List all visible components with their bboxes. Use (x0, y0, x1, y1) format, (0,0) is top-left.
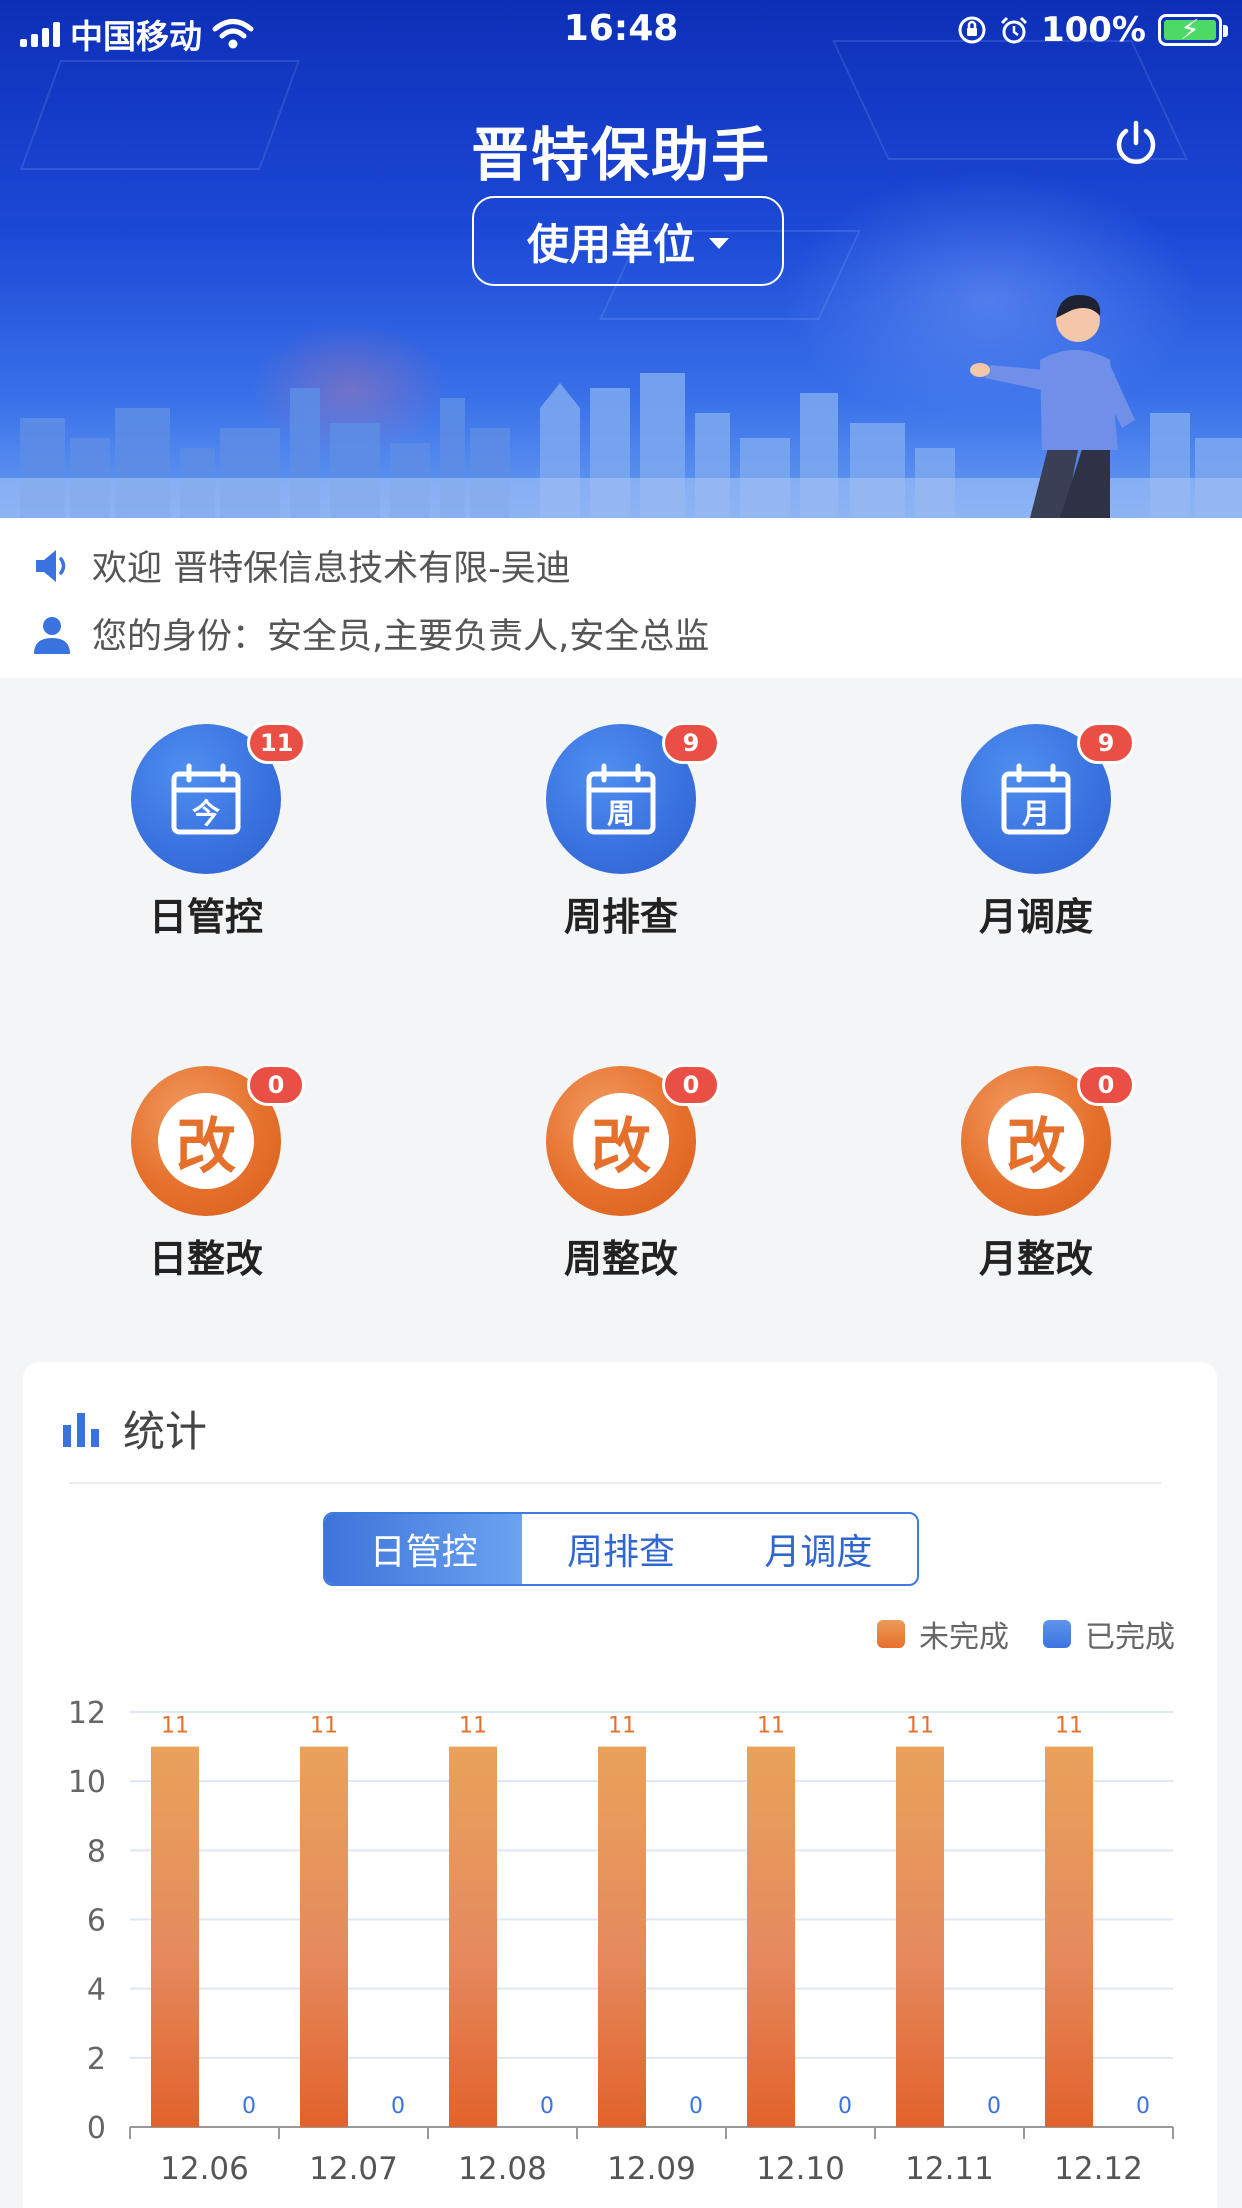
header-banner: 中国移动 16:48 100% ⚡ 晋特保助手 使用单位 (0, 0, 1242, 518)
identity-row: 您的身份：安全员,主要负责人,安全总监 (32, 608, 709, 659)
bar-incomplete (449, 1746, 497, 2127)
data-label-incomplete: 11 (459, 1714, 487, 1739)
legend-label: 已完成 (1085, 1620, 1175, 1655)
count-badge: 0 (247, 1064, 305, 1106)
battery-icon: ⚡ (1158, 13, 1228, 46)
menu-label: 周排查 (563, 895, 678, 939)
alarm-icon (1000, 16, 1028, 44)
rectify-glyph: 改 (988, 1093, 1084, 1189)
data-label-incomplete: 11 (310, 1714, 338, 1739)
stats-header: 统计 (61, 1398, 207, 1459)
data-label-complete: 0 (540, 2094, 554, 2119)
app-title: 晋特保助手 (470, 121, 771, 189)
rectify-glyph: 改 (573, 1093, 669, 1189)
welcome-text: 欢迎 晋特保信息技术有限-吴迪 (92, 549, 571, 589)
status-bar: 中国移动 16:48 100% ⚡ (0, 0, 1242, 62)
y-tick-label: 8 (87, 1834, 106, 1869)
menu-label: 月调度 (978, 895, 1093, 939)
data-label-incomplete: 11 (757, 1714, 785, 1739)
menu-label: 日管控 (148, 895, 263, 939)
bar-incomplete (896, 1746, 944, 2127)
menu-grid: 今 11 日管控周 9 周排查月 9 月调度改 0 日整改改 0 周整改改 0 月整改 (0, 678, 1242, 1338)
bar-chart: 0 2 4 6 8 10 12 11 0 12.06 11 0 12.07 11 0 12.08 11 0 12.0… (68, 1696, 1174, 2187)
x-tick-label: 12.07 (309, 2151, 398, 2187)
menu-tile[interactable]: 月 9 月调度 (905, 678, 1135, 939)
x-tick-label: 12.10 (756, 2151, 845, 2187)
caret-down-icon (709, 237, 729, 249)
x-tick-label: 12.08 (458, 2151, 547, 2187)
chart-legend: 未完成 已完成 (857, 1612, 1175, 1656)
rectify-glyph: 改 (158, 1093, 254, 1189)
svg-text:今: 今 (192, 797, 220, 830)
data-label-complete: 0 (838, 2094, 852, 2119)
unit-select-dropdown[interactable]: 使用单位 (472, 196, 784, 286)
svg-text:月: 月 (1021, 797, 1050, 830)
data-label-complete: 0 (689, 2094, 703, 2119)
bar-incomplete (1045, 1746, 1093, 2127)
bar-incomplete (151, 1746, 199, 2127)
welcome-panel: 欢迎 晋特保信息技术有限-吴迪 您的身份：安全员,主要负责人,安全总监 (0, 518, 1242, 678)
legend-item-incomplete[interactable]: 未完成 (877, 1612, 1009, 1656)
bar-incomplete (598, 1746, 646, 2127)
menu-tile[interactable]: 改 0 周整改 (490, 1020, 720, 1281)
bar-incomplete (747, 1746, 795, 2127)
menu-tile[interactable]: 改 0 日整改 (75, 1020, 305, 1281)
unit-select-label: 使用单位 (526, 219, 695, 269)
speaker-icon (36, 549, 66, 582)
tab-monthly-dispatch[interactable]: 月调度 (720, 1514, 917, 1584)
count-badge: 9 (1077, 722, 1135, 764)
data-label-incomplete: 11 (161, 1714, 189, 1739)
count-badge: 11 (247, 722, 307, 764)
person-illustration (970, 294, 1135, 518)
power-icon[interactable] (1110, 118, 1162, 170)
data-label-complete: 0 (242, 2094, 256, 2119)
count-badge: 0 (662, 1064, 720, 1106)
battery-percent: 100% (1040, 10, 1146, 50)
menu-label: 月整改 (978, 1237, 1093, 1281)
x-tick-label: 12.12 (1054, 2151, 1143, 2187)
y-tick-label: 2 (87, 2042, 106, 2077)
stats-card: 统计 日管控 周排查 月调度 未完成 已完成 0 2 4 6 8 10 12 11 0 12.06… (23, 1362, 1217, 2208)
x-tick-label: 12.11 (905, 2151, 994, 2187)
legend-item-complete[interactable]: 已完成 (1043, 1612, 1175, 1656)
y-tick-label: 0 (87, 2111, 106, 2146)
menu-tile[interactable]: 改 0 月整改 (905, 1020, 1135, 1281)
tab-daily-control[interactable]: 日管控 (325, 1514, 523, 1584)
legend-swatch-orange (877, 1620, 905, 1648)
data-label-incomplete: 11 (1055, 1714, 1083, 1739)
count-badge: 9 (662, 722, 720, 764)
data-label-complete: 0 (987, 2094, 1001, 2119)
divider (69, 1482, 1161, 1484)
rotation-lock-icon (958, 16, 986, 44)
y-tick-label: 10 (68, 1765, 106, 1800)
bar-incomplete (300, 1746, 348, 2127)
tab-weekly-check[interactable]: 周排查 (522, 1514, 719, 1584)
y-tick-label: 6 (87, 1904, 106, 1939)
data-label-incomplete: 11 (906, 1714, 934, 1739)
user-icon (34, 616, 70, 654)
x-tick-label: 12.09 (607, 2151, 696, 2187)
bar-chart-icon (63, 1412, 99, 1447)
y-tick-label: 4 (87, 1973, 106, 2008)
data-label-complete: 0 (391, 2094, 405, 2119)
stats-tab-switch: 日管控 周排查 月调度 (323, 1512, 919, 1586)
stats-title: 统计 (123, 1407, 208, 1456)
data-label-complete: 0 (1136, 2094, 1150, 2119)
menu-tile[interactable]: 今 11 日管控 (75, 678, 307, 939)
menu-label: 周整改 (563, 1237, 678, 1281)
legend-swatch-blue (1043, 1620, 1071, 1648)
y-tick-label: 12 (68, 1696, 106, 1731)
menu-tile[interactable]: 周 9 周排查 (490, 678, 720, 939)
welcome-row: 欢迎 晋特保信息技术有限-吴迪 (32, 540, 571, 591)
count-badge: 0 (1077, 1064, 1135, 1106)
identity-text: 您的身份：安全员,主要负责人,安全总监 (92, 617, 710, 657)
data-label-incomplete: 11 (608, 1714, 636, 1739)
legend-label: 未完成 (919, 1620, 1009, 1655)
x-tick-label: 12.06 (160, 2151, 249, 2187)
svg-text:周: 周 (607, 797, 635, 830)
status-right: 100% ⚡ (957, 10, 1228, 50)
menu-label: 日整改 (148, 1237, 263, 1281)
